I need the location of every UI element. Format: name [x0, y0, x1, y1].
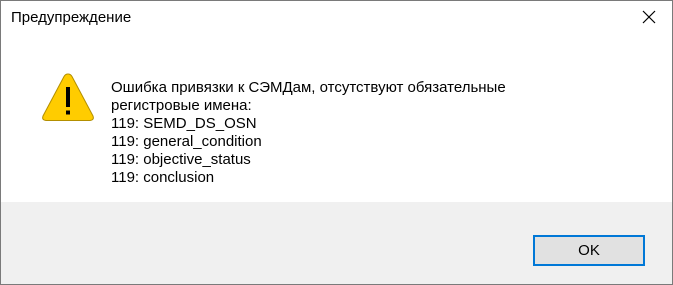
message-line: Ошибка привязки к СЭМДам, отсутствуют об… [111, 79, 506, 96]
close-button[interactable] [626, 1, 672, 32]
warning-dialog: Предупреждение Ошибка привязки к СЭМДам,… [0, 0, 673, 285]
message-line: 119: objective_status [111, 151, 251, 168]
ok-button[interactable]: OK [533, 235, 645, 266]
message-line: 119: conclusion [111, 169, 215, 186]
message-area: Ошибка привязки к СЭМДам, отсутствуют об… [1, 32, 672, 202]
message-line: 119: general_condition [111, 133, 262, 150]
message-line: регистровые имена: [111, 97, 252, 114]
warning-icon [42, 73, 94, 121]
title-bar[interactable]: Предупреждение [1, 1, 672, 31]
button-bar: OK [1, 202, 672, 284]
message-line: 119: SEMD_DS_OSN [111, 115, 257, 132]
message-text: Ошибка привязки к СЭМДам, отсутствуют об… [111, 79, 506, 187]
dialog-title: Предупреждение [11, 9, 132, 26]
close-icon [642, 10, 656, 23]
